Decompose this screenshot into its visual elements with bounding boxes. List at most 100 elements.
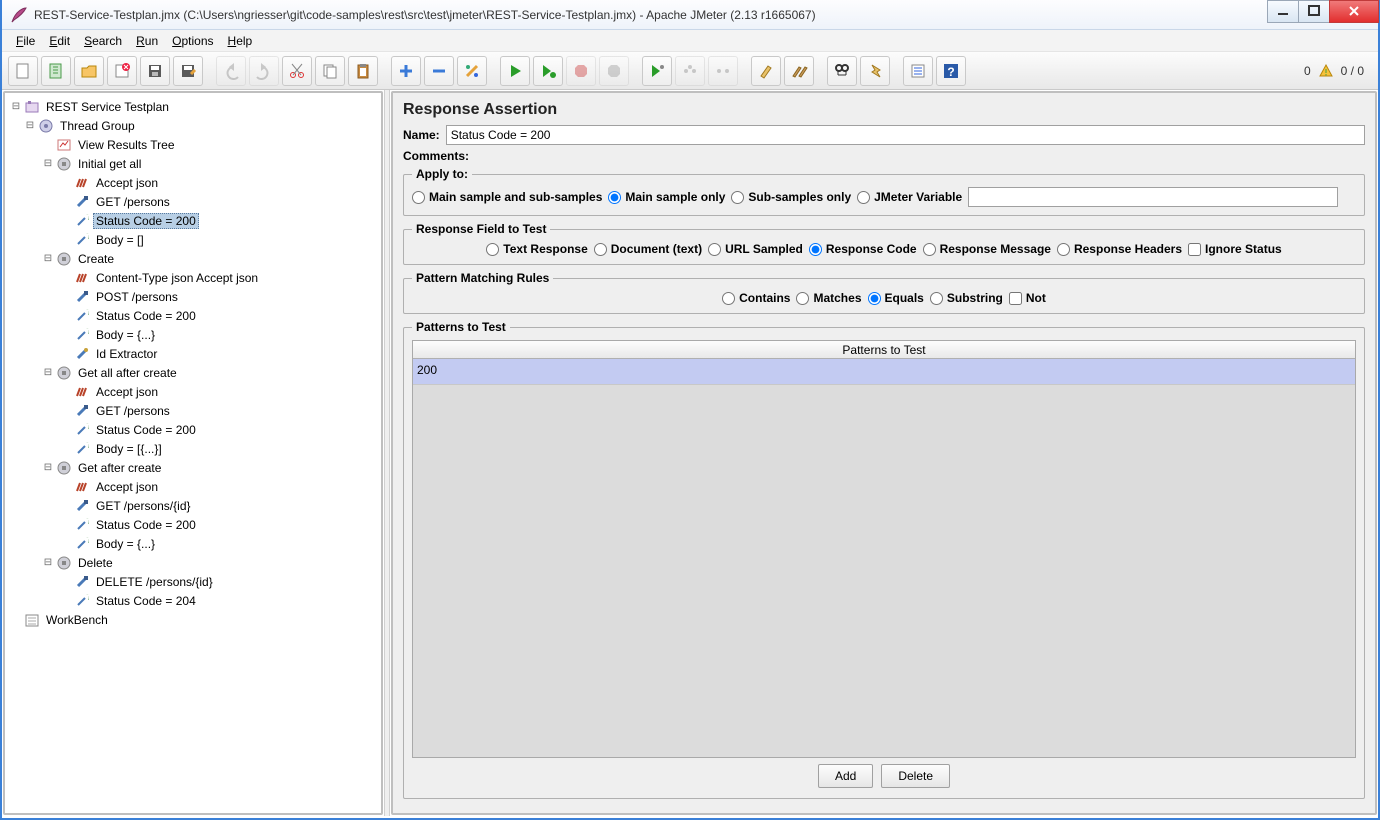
open-button[interactable] (74, 56, 104, 86)
undo-button[interactable] (216, 56, 246, 86)
field-response-headers[interactable]: Response Headers (1057, 242, 1182, 256)
tree-item[interactable]: Status Code = 200 (93, 517, 199, 533)
menu-search[interactable]: Search (78, 32, 128, 50)
tree-item[interactable]: Status Code = 200 (93, 422, 199, 438)
help-button[interactable]: ? (936, 56, 966, 86)
tree-toggle[interactable]: ⊟ (9, 101, 23, 112)
patterns-table[interactable]: Patterns to Test 200 (412, 340, 1356, 758)
rule-substring[interactable]: Substring (930, 291, 1003, 305)
tree-workbench[interactable]: WorkBench (43, 612, 111, 628)
delete-button[interactable]: Delete (881, 764, 950, 788)
field-url-sampled[interactable]: URL Sampled (708, 242, 803, 256)
paste-button[interactable] (348, 56, 378, 86)
menu-edit[interactable]: Edit (43, 32, 76, 50)
tree-toggle[interactable]: ⊟ (41, 557, 55, 568)
name-label: Name: (403, 128, 440, 142)
clear-button[interactable] (751, 56, 781, 86)
field-document[interactable]: Document (text) (594, 242, 702, 256)
redo-button[interactable] (249, 56, 279, 86)
tree-item-selected[interactable]: Status Code = 200 (93, 213, 199, 229)
tree-item[interactable]: POST /persons (93, 289, 181, 305)
tree-item[interactable]: Accept json (93, 175, 161, 191)
menu-file[interactable]: File (10, 32, 41, 50)
maximize-button[interactable] (1298, 0, 1330, 23)
toggle-button[interactable] (457, 56, 487, 86)
save-as-button[interactable] (173, 56, 203, 86)
tree-thread-group[interactable]: Thread Group (57, 118, 138, 134)
tree-item[interactable]: Accept json (93, 384, 161, 400)
tree-toggle[interactable]: ⊟ (41, 462, 55, 473)
menu-help[interactable]: Help (222, 32, 259, 50)
tree-pane[interactable]: ⊟ REST Service Testplan ⊟ Thread Group Vie… (3, 91, 383, 815)
tree-item[interactable]: GET /persons (93, 403, 173, 419)
tree-item[interactable]: Body = [{...}] (93, 441, 165, 457)
pattern-row[interactable]: 200 (413, 359, 1355, 385)
tree-controller[interactable]: Delete (75, 555, 116, 571)
tree-toggle[interactable]: ⊟ (23, 120, 37, 131)
rule-contains[interactable]: Contains (722, 291, 790, 305)
reset-search-button[interactable] (860, 56, 890, 86)
start-no-pause-button[interactable] (533, 56, 563, 86)
menu-options[interactable]: Options (166, 32, 219, 50)
ignore-status-checkbox[interactable]: Ignore Status (1188, 242, 1282, 256)
field-response-code[interactable]: Response Code (809, 242, 917, 256)
start-button[interactable] (500, 56, 530, 86)
clear-all-button[interactable] (784, 56, 814, 86)
tree-item[interactable]: Content-Type json Accept json (93, 270, 261, 286)
rule-equals[interactable]: Equals (868, 291, 924, 305)
templates-button[interactable] (41, 56, 71, 86)
tree-item[interactable]: Body = [] (93, 232, 147, 248)
tree-item[interactable]: Id Extractor (93, 346, 160, 362)
tree-item[interactable]: Body = {...} (93, 536, 158, 552)
apply-sub-only[interactable]: Sub-samples only (731, 190, 851, 204)
tree-item[interactable]: Status Code = 204 (93, 593, 199, 609)
tree-toggle[interactable]: ⊟ (41, 158, 55, 169)
assertion-icon: ? (73, 232, 91, 248)
tree-controller[interactable]: Get all after create (75, 365, 180, 381)
controller-icon (55, 156, 73, 172)
apply-main-sub[interactable]: Main sample and sub-samples (412, 190, 602, 204)
tree-controller[interactable]: Get after create (75, 460, 164, 476)
rule-matches[interactable]: Matches (796, 291, 861, 305)
field-response-message[interactable]: Response Message (923, 242, 1051, 256)
close-button[interactable] (1329, 0, 1379, 23)
stop-button[interactable] (566, 56, 596, 86)
new-button[interactable] (8, 56, 38, 86)
shutdown-button[interactable] (599, 56, 629, 86)
splitter[interactable] (384, 90, 390, 816)
expand-button[interactable] (391, 56, 421, 86)
search-tree-button[interactable] (827, 56, 857, 86)
copy-button[interactable] (315, 56, 345, 86)
tree-item[interactable]: DELETE /persons/{id} (93, 574, 216, 590)
apply-main-only[interactable]: Main sample only (608, 190, 725, 204)
tree-controller[interactable]: Initial get all (75, 156, 144, 172)
remote-stop-button[interactable] (708, 56, 738, 86)
tree-item[interactable]: Status Code = 200 (93, 308, 199, 324)
tree-item[interactable]: Body = {...} (93, 327, 158, 343)
apply-jmeter-var[interactable]: JMeter Variable (857, 190, 962, 204)
tree-controller[interactable]: Create (75, 251, 117, 267)
name-input[interactable] (446, 125, 1365, 145)
field-text-response[interactable]: Text Response (486, 242, 587, 256)
minimize-button[interactable] (1267, 0, 1299, 23)
tree-item[interactable]: Accept json (93, 479, 161, 495)
tree-toggle[interactable]: ⊟ (41, 253, 55, 264)
rule-not-checkbox[interactable]: Not (1009, 291, 1046, 305)
remote-start-all-button[interactable] (675, 56, 705, 86)
cut-button[interactable] (282, 56, 312, 86)
collapse-button[interactable] (424, 56, 454, 86)
tree-root[interactable]: REST Service Testplan (43, 99, 172, 115)
remote-start-button[interactable] (642, 56, 672, 86)
function-helper-button[interactable] (903, 56, 933, 86)
save-button[interactable] (140, 56, 170, 86)
sampler-icon (73, 289, 91, 305)
tree-item[interactable]: GET /persons (93, 194, 173, 210)
close-file-button[interactable] (107, 56, 137, 86)
tree-view-results[interactable]: View Results Tree (75, 137, 178, 153)
tree-toggle[interactable]: ⊟ (41, 367, 55, 378)
config-icon (73, 479, 91, 495)
jmeter-variable-input[interactable] (968, 187, 1338, 207)
tree-item[interactable]: GET /persons/{id} (93, 498, 194, 514)
menu-run[interactable]: Run (130, 32, 164, 50)
add-button[interactable]: Add (818, 764, 873, 788)
